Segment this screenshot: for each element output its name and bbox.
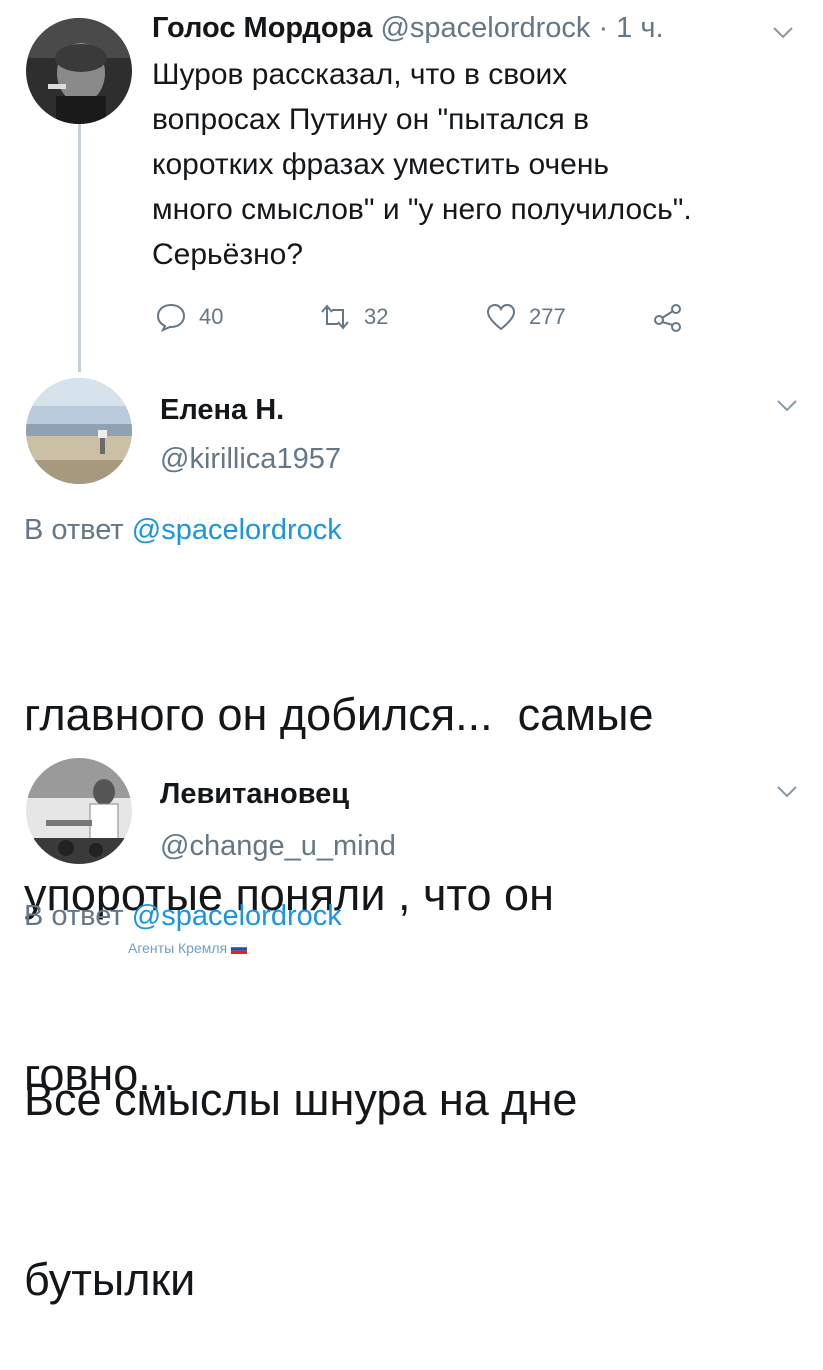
tweet1-text-line: Серьёзно? <box>152 238 304 271</box>
tweet1-text: Шуров рассказал, что в своих вопросах Пу… <box>152 52 812 277</box>
reply-to-prefix: В ответ <box>24 900 124 932</box>
tweet1-handle[interactable]: @spacelordrock <box>380 12 590 44</box>
like-button[interactable]: 277 <box>485 302 566 332</box>
retweet-button[interactable]: 32 <box>318 302 388 332</box>
chevron-down-icon[interactable] <box>776 399 798 413</box>
reply-to-prefix: В ответ <box>24 514 124 546</box>
like-count: 277 <box>529 304 566 329</box>
tweet1-text-line: коротких фразах уместить очень <box>152 148 610 181</box>
reply1-handle[interactable]: @kirillica1957 <box>160 441 341 477</box>
reply1-reply-to: В ответ @spacelordrock <box>24 512 342 548</box>
chevron-down-icon[interactable] <box>776 785 798 799</box>
reply2-reply-to: В ответ @spacelordrock <box>24 898 342 934</box>
heart-icon <box>486 303 516 331</box>
retweet-icon <box>321 304 349 330</box>
tweet1-text-line: вопросах Путину он "пытался в <box>152 103 590 136</box>
share-icon <box>654 304 681 332</box>
reply1-display-name[interactable]: Елена Н. <box>160 392 284 428</box>
reply2-text-line: бутылки <box>24 1254 196 1305</box>
reply-to-handle[interactable]: @spacelordrock <box>132 514 342 546</box>
tweet1-timestamp[interactable]: · 1 ч. <box>598 12 663 44</box>
avatar-golos-mordora[interactable] <box>26 18 132 124</box>
reply2-handle[interactable]: @change_u_mind <box>160 828 396 864</box>
reply-button[interactable]: 40 <box>155 302 223 332</box>
tweet1-header: Голос Мордора @spacelordrock · 1 ч. <box>152 8 664 48</box>
reply2-text-line: Все смыслы шнура на дне <box>24 1074 578 1125</box>
tweet1-text-line: много смыслов" и "у него получилось". <box>152 193 692 226</box>
reply-to-handle[interactable]: @spacelordrock <box>132 900 342 932</box>
share-button[interactable] <box>652 302 696 332</box>
reply2-display-name[interactable]: Левитановец <box>160 776 349 812</box>
reply-icon <box>156 303 186 332</box>
reply2-text: Все смыслы шнура на дне бутылки <box>24 950 814 1370</box>
tweet1-text-line: Шуров рассказал, что в своих <box>152 58 568 91</box>
retweet-count: 32 <box>364 304 389 329</box>
tweet1-display-name[interactable]: Голос Мордора <box>152 12 372 44</box>
reply1-text-line: главного он добился... самые <box>24 689 654 740</box>
chevron-down-icon[interactable] <box>772 26 794 40</box>
reply-count: 40 <box>199 304 224 329</box>
avatar-elena-n[interactable] <box>26 378 132 484</box>
avatar-levitanovets[interactable] <box>26 758 132 864</box>
thread-connector-line <box>78 124 81 372</box>
